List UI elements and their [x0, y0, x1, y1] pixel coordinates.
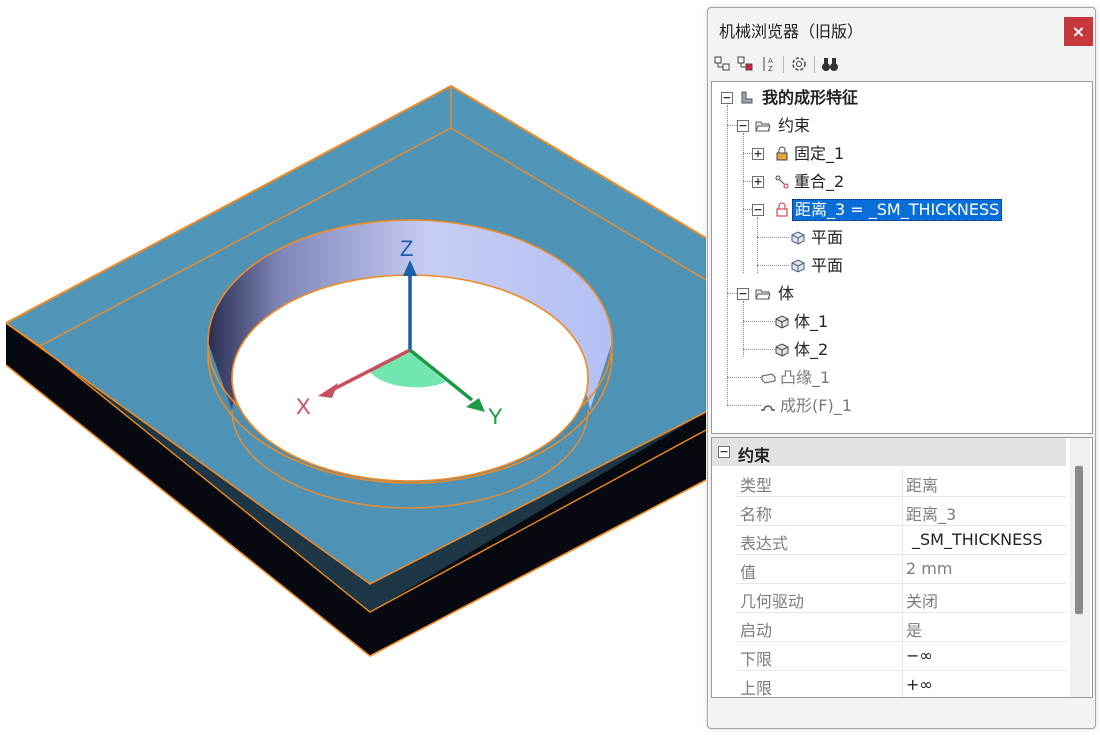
- property-row-type[interactable]: 类型 距离: [736, 467, 1066, 497]
- selected-tree-item-label: 距离_3 = _SM_THICKNESS: [792, 199, 1003, 221]
- body-cube-icon: [775, 343, 789, 357]
- properties-grid: − 约束 类型 距离 名称 距离_3 表达式 _SM_THICKNESS 值 2…: [711, 437, 1093, 698]
- collapse-toggle-icon[interactable]: −: [752, 204, 764, 216]
- panel-title: 机械浏览器（旧版）: [719, 22, 864, 41]
- body-cube-icon: [775, 315, 789, 329]
- svg-text:Z: Z: [768, 65, 773, 73]
- form-feature-icon: [761, 405, 775, 411]
- axis-z-label: Z: [400, 236, 413, 261]
- properties-scrollbar[interactable]: [1070, 438, 1090, 697]
- coincident-icon: [775, 175, 789, 189]
- folder-open-icon: [755, 289, 771, 300]
- settings-gear-icon[interactable]: [789, 54, 809, 74]
- sort-az-icon[interactable]: AZ: [759, 54, 779, 74]
- axis-x-label: X: [296, 394, 311, 419]
- property-row-expression[interactable]: 表达式 _SM_THICKNESS: [736, 525, 1066, 555]
- axis-y-label: Y: [488, 404, 503, 429]
- collapse-toggle-icon[interactable]: −: [737, 288, 749, 300]
- tree-expand-icon[interactable]: [713, 54, 733, 74]
- collapse-toggle-icon[interactable]: −: [737, 120, 749, 132]
- folder-open-icon: [755, 121, 771, 132]
- part-root-icon: [741, 91, 753, 104]
- feature-tree[interactable]: − 我的成形特征 − 约束 + 固定_1 + 重合_2 − 距离_3 = _SM…: [711, 81, 1093, 434]
- property-row-value[interactable]: 值 2 mm: [736, 554, 1066, 584]
- flange-icon: [761, 373, 776, 384]
- svg-text:A: A: [768, 57, 773, 65]
- scrollbar-thumb[interactable]: [1075, 466, 1083, 614]
- plane-cube-icon: [791, 231, 805, 245]
- expand-toggle-icon[interactable]: +: [752, 176, 764, 188]
- expand-toggle-icon[interactable]: +: [752, 148, 764, 160]
- property-row-lower-limit[interactable]: 下限 −∞: [736, 641, 1066, 671]
- collapse-toggle-icon[interactable]: −: [721, 92, 733, 104]
- expression-field[interactable]: _SM_THICKNESS: [912, 530, 1043, 549]
- property-row-upper-limit[interactable]: 上限 +∞: [736, 670, 1066, 697]
- collapse-toggle-icon[interactable]: −: [718, 446, 730, 458]
- properties-section-header[interactable]: − 约束: [712, 438, 1066, 466]
- close-button[interactable]: ×: [1064, 17, 1093, 46]
- tree-collapse-icon[interactable]: [736, 54, 756, 74]
- property-row-name[interactable]: 名称 距离_3: [736, 496, 1066, 526]
- plane-cube-icon: [791, 259, 805, 273]
- lock-icon: [776, 146, 788, 161]
- distance-lock-icon: [776, 202, 788, 217]
- property-row-enabled[interactable]: 启动 是: [736, 612, 1066, 642]
- property-row-geometry-driven[interactable]: 几何驱动 关闭: [736, 583, 1066, 613]
- binoculars-icon[interactable]: [820, 54, 840, 74]
- mechanical-browser-panel: 机械浏览器（旧版） × AZ − 我的成形特征 − 约束 + 固定_1 + 重合…: [707, 7, 1096, 729]
